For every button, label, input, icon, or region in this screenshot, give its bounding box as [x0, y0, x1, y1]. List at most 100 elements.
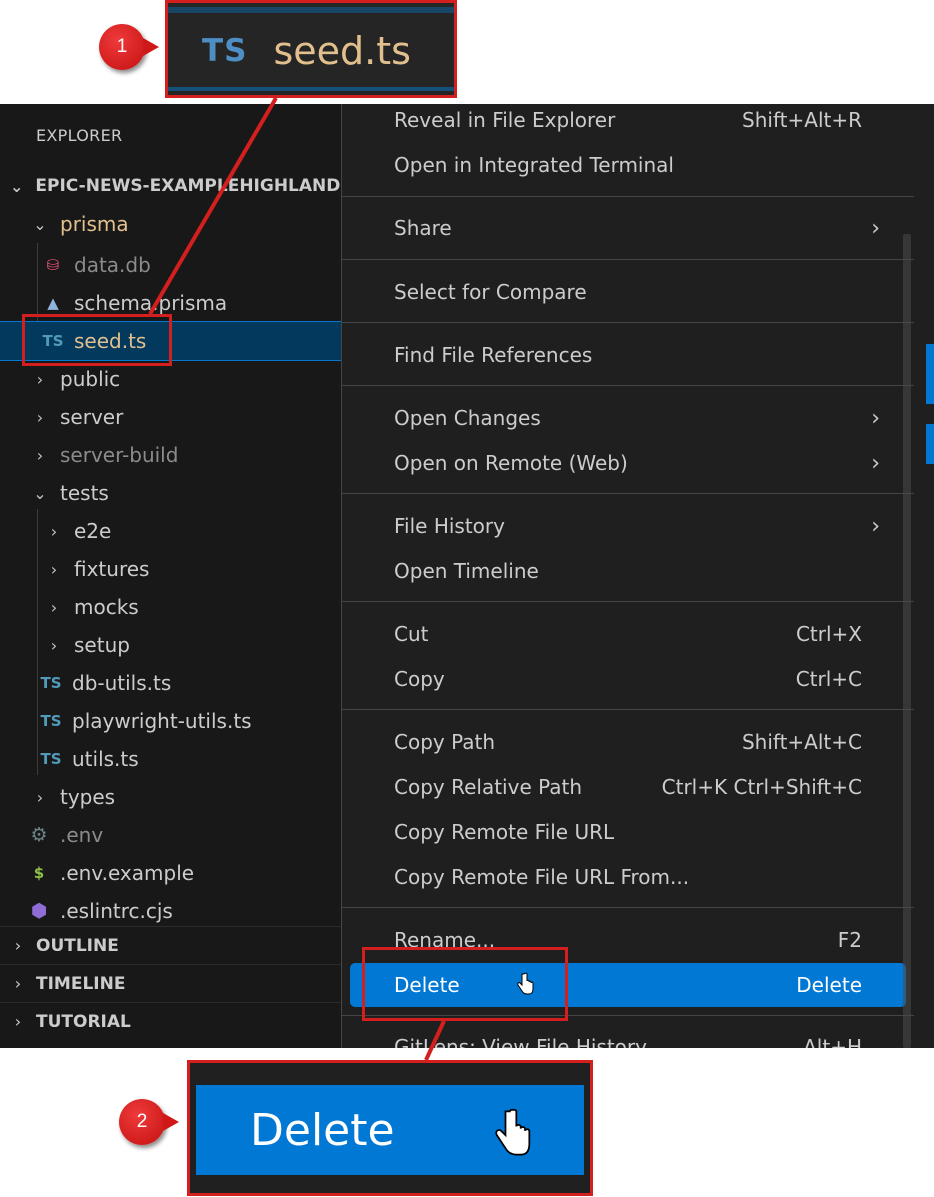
- tree-item-label: .eslintrc.cjs: [60, 899, 173, 923]
- tree-item-label: setup: [74, 633, 130, 657]
- tree-folder-tests[interactable]: ⌄ tests: [0, 474, 342, 512]
- menu-item-label: Copy Remote File URL From...: [394, 865, 690, 889]
- menu-item-label: Copy: [394, 667, 445, 691]
- gear-icon: ⚙: [30, 824, 48, 846]
- menu-item-shortcut: F2: [837, 928, 862, 952]
- workspace-root-label: EPIC-NEWS-EXAMPLEHIGHLANDS: [35, 176, 353, 196]
- menu-item-find-file-references[interactable]: Find File References: [350, 333, 906, 377]
- section-label: TIMELINE: [36, 973, 126, 994]
- menu-item-shortcut: Ctrl+K Ctrl+Shift+C: [661, 775, 862, 799]
- section-outline[interactable]: › OUTLINE: [0, 926, 342, 964]
- step-badge-2: 2: [119, 1099, 179, 1145]
- highlight-seed-ts: [22, 314, 172, 366]
- chevron-right-icon: ›: [36, 407, 44, 427]
- menu-scrollbar[interactable]: [903, 234, 911, 1048]
- menu-item-open-on-remote[interactable]: Open on Remote (Web) ›: [350, 441, 906, 485]
- menu-item-select-for-compare[interactable]: Select for Compare: [350, 270, 906, 314]
- zoomed-filename: seed.ts: [273, 29, 411, 73]
- scroll-marker: [926, 424, 934, 464]
- menu-item-label: Copy Remote File URL: [394, 820, 615, 844]
- menu-item-label: Share: [394, 216, 452, 240]
- section-tutorial[interactable]: › TUTORIAL: [0, 1002, 342, 1040]
- tree-folder-server-build[interactable]: › server-build: [0, 436, 342, 474]
- zoomed-file-callout: TS seed.ts: [165, 0, 457, 98]
- tab-bottom-accent: [168, 87, 454, 91]
- section-timeline[interactable]: › TIMELINE: [0, 964, 342, 1002]
- tree-item-label: types: [60, 785, 116, 809]
- menu-item-label: GitLens: View File History: [394, 1035, 647, 1048]
- menu-item-open-timeline[interactable]: Open Timeline: [350, 549, 906, 593]
- chevron-right-icon: ›: [50, 521, 58, 541]
- tree-folder-prisma[interactable]: ⌄ prisma: [0, 205, 342, 243]
- menu-item-share[interactable]: Share ›: [350, 206, 906, 250]
- chevron-right-icon: ›: [14, 974, 22, 993]
- menu-separator: [342, 322, 914, 323]
- typescript-icon: TS: [40, 674, 62, 692]
- menu-item-cut[interactable]: Cut Ctrl+X: [350, 612, 906, 656]
- menu-separator: [342, 385, 914, 386]
- menu-item-gitlens-view-file-history[interactable]: GitLens: View File History Alt+H: [350, 1025, 906, 1048]
- tree-folder-types[interactable]: › types: [0, 778, 342, 816]
- database-icon: ⛁: [46, 256, 60, 274]
- tree-file-env-example[interactable]: $ .env.example: [0, 854, 342, 892]
- tree-folder-fixtures[interactable]: › fixtures: [0, 550, 342, 588]
- step-badge-1: 1: [99, 24, 159, 70]
- menu-separator: [342, 196, 914, 197]
- menu-item-copy[interactable]: Copy Ctrl+C: [350, 657, 906, 701]
- tree-file-playwright-utils[interactable]: TS playwright-utils.ts: [0, 702, 342, 740]
- context-menu: Reveal in File Explorer Shift+Alt+R Open…: [341, 104, 914, 1048]
- tree-item-label: utils.ts: [72, 747, 139, 771]
- menu-separator: [342, 601, 914, 602]
- chevron-right-icon: ›: [36, 787, 44, 807]
- chevron-right-icon: ›: [871, 513, 880, 539]
- eslint-icon: ⬢: [30, 900, 48, 922]
- zoomed-delete-label: Delete: [250, 1104, 395, 1156]
- scroll-marker: [926, 344, 934, 404]
- menu-item-shortcut: Shift+Alt+C: [741, 730, 862, 754]
- menu-item-label: Open Changes: [394, 406, 541, 430]
- menu-item-file-history[interactable]: File History ›: [350, 504, 906, 548]
- menu-item-label: Reveal in File Explorer: [394, 108, 616, 132]
- chevron-right-icon: ›: [871, 450, 880, 476]
- section-label: OUTLINE: [36, 935, 119, 956]
- chevron-down-icon: ⌄: [33, 214, 47, 234]
- menu-item-shortcut: Shift+Alt+R: [742, 108, 862, 132]
- menu-item-label: Open Timeline: [394, 559, 539, 583]
- menu-item-label: Copy Relative Path: [394, 775, 583, 799]
- tree-file-env[interactable]: ⚙ .env: [0, 816, 342, 854]
- tab-top-accent: [168, 7, 454, 13]
- tree-item-label: .env: [60, 823, 104, 847]
- tree-file-eslintrc[interactable]: ⬢ .eslintrc.cjs: [0, 892, 342, 930]
- tree-item-label: playwright-utils.ts: [72, 709, 252, 733]
- menu-item-reveal-in-file-explorer[interactable]: Reveal in File Explorer Shift+Alt+R: [350, 104, 906, 142]
- chevron-right-icon: ›: [50, 635, 58, 655]
- tree-file-data-db[interactable]: ⛁ data.db: [0, 246, 342, 284]
- tree-folder-e2e[interactable]: › e2e: [0, 512, 342, 550]
- zoomed-delete-callout: Delete: [187, 1060, 593, 1196]
- menu-item-shortcut: Alt+H: [803, 1035, 862, 1048]
- menu-item-copy-path[interactable]: Copy Path Shift+Alt+C: [350, 720, 906, 764]
- menu-item-copy-remote-file-url[interactable]: Copy Remote File URL: [350, 810, 906, 854]
- tree-file-db-utils[interactable]: TS db-utils.ts: [0, 664, 342, 702]
- menu-item-label: File History: [394, 514, 505, 538]
- explorer-sidebar: EXPLORER ⌄ EPIC-NEWS-EXAMPLEHIGHLANDS ⌄ …: [0, 104, 353, 1048]
- workspace-root[interactable]: ⌄ EPIC-NEWS-EXAMPLEHIGHLANDS: [0, 167, 353, 205]
- menu-item-copy-remote-file-url-from[interactable]: Copy Remote File URL From...: [350, 855, 906, 899]
- menu-item-open-in-terminal[interactable]: Open in Integrated Terminal: [350, 143, 906, 187]
- menu-item-shortcut: Delete: [796, 973, 862, 997]
- menu-item-open-changes[interactable]: Open Changes ›: [350, 396, 906, 440]
- tree-folder-setup[interactable]: › setup: [0, 626, 342, 664]
- chevron-right-icon: ›: [50, 597, 58, 617]
- editor-edge: [911, 104, 934, 1048]
- dollar-icon: $: [33, 864, 45, 882]
- tree-item-label: .env.example: [60, 861, 195, 885]
- typescript-icon: TS: [40, 750, 62, 768]
- tree-folder-mocks[interactable]: › mocks: [0, 588, 342, 626]
- explorer-title: EXPLORER: [36, 126, 123, 145]
- menu-separator: [342, 493, 914, 494]
- tree-file-utils[interactable]: TS utils.ts: [0, 740, 342, 778]
- menu-item-copy-relative-path[interactable]: Copy Relative Path Ctrl+K Ctrl+Shift+C: [350, 765, 906, 809]
- menu-item-label: Select for Compare: [394, 280, 587, 304]
- menu-item-shortcut: Ctrl+X: [795, 622, 862, 646]
- tree-folder-server[interactable]: › server: [0, 398, 342, 436]
